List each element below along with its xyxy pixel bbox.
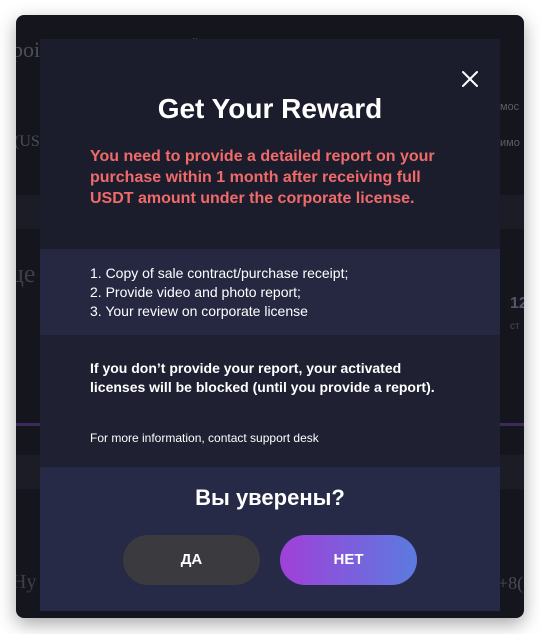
support-text: For more information, contact support de… bbox=[90, 431, 319, 445]
background-left-fragment: це bbox=[16, 259, 36, 288]
requirement-item: 2. Provide video and photo report; bbox=[90, 284, 301, 300]
notice-section bbox=[40, 335, 500, 467]
requirement-item: 3. Your review on corporate license bbox=[90, 303, 308, 319]
background-right-fragment: имо bbox=[500, 137, 520, 149]
background-right-fragment: мос bbox=[500, 101, 520, 113]
no-button[interactable]: НЕТ bbox=[280, 535, 417, 585]
background-bottom-right-fragment: +8( bbox=[498, 573, 524, 593]
blocked-notice: If you don’t provide your report, your a… bbox=[90, 360, 435, 395]
close-button[interactable] bbox=[460, 69, 480, 89]
background-bottom-left-fragment: Ну bbox=[16, 571, 37, 593]
modal-header-section bbox=[40, 39, 500, 249]
app-window: роі й мос имо (UЅ це 12 ст Ну +8( Get Yo… bbox=[16, 15, 524, 618]
requirement-item: 1. Copy of sale contract/purchase receip… bbox=[90, 265, 349, 281]
close-icon bbox=[462, 71, 478, 87]
yes-button[interactable]: ДА bbox=[123, 535, 260, 585]
confirm-question: Вы уверены? bbox=[195, 485, 345, 510]
reward-modal: Get Your Reward You need to provide a de… bbox=[40, 39, 500, 611]
background-title-fragment: роі bbox=[16, 37, 41, 62]
background-number-sub-fragment: ст bbox=[510, 321, 520, 332]
background-number-fragment: 12 bbox=[510, 295, 524, 312]
background-left-fragment: (UЅ bbox=[16, 133, 40, 150]
warning-text: You need to provide a detailed report on… bbox=[90, 148, 435, 207]
modal-title: Get Your Reward bbox=[157, 93, 383, 124]
